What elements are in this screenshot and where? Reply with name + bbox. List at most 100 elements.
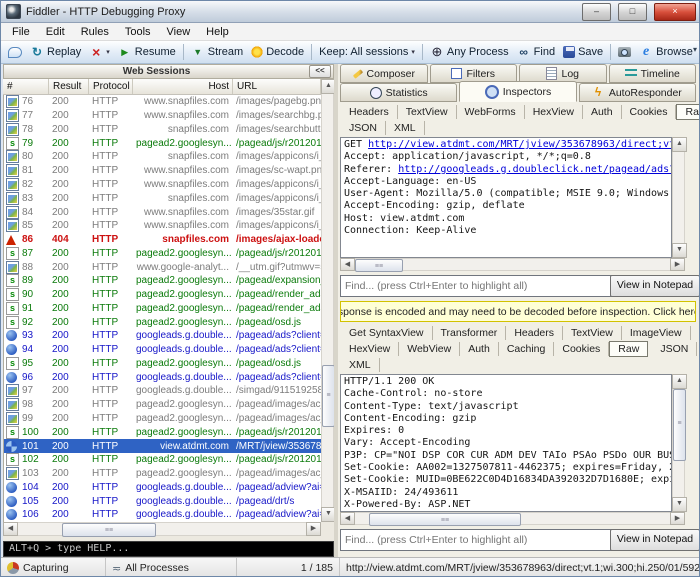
- response-tab-textview[interactable]: TextView: [563, 326, 622, 340]
- tab-composer[interactable]: Composer: [340, 64, 428, 83]
- column-header-url[interactable]: URL: [233, 79, 321, 94]
- request-hscroll-thumb[interactable]: ≡≡: [355, 259, 403, 272]
- session-row[interactable]: 99200HTTPpagead2.googlesyn.../pagead/ima…: [4, 412, 321, 426]
- session-row[interactable]: 104200HTTPgoogleads.g.double.../pagead/a…: [4, 480, 321, 494]
- menu-item-tools[interactable]: Tools: [117, 24, 159, 40]
- response-tab-webview[interactable]: WebView: [399, 342, 460, 356]
- session-row[interactable]: 90200HTTPpagead2.googlesyn.../pagead/ren…: [4, 288, 321, 302]
- scroll-right-icon[interactable]: ▶: [670, 258, 685, 271]
- request-tab-auth[interactable]: Auth: [583, 105, 622, 119]
- session-row[interactable]: 97200HTTPgoogleads.g.double.../simgad/91…: [4, 384, 321, 398]
- request-tab-raw[interactable]: Raw: [676, 104, 700, 120]
- session-row[interactable]: 103200HTTPpagead2.googlesyn.../pagead/im…: [4, 467, 321, 481]
- session-row[interactable]: 78200HTTPsnapfiles.com/images/searchbutt…: [4, 123, 321, 137]
- response-tab-imageview[interactable]: ImageView: [622, 326, 691, 340]
- tab-statistics[interactable]: Statistics: [340, 83, 457, 102]
- any-process-button[interactable]: Any Process: [426, 43, 513, 61]
- request-notepad-button[interactable]: View in Notepad: [610, 275, 700, 297]
- session-row[interactable]: 91200HTTPpagead2.googlesyn.../pagead/ren…: [4, 301, 321, 315]
- request-find-input[interactable]: [340, 275, 612, 297]
- find-button[interactable]: Find: [513, 43, 559, 61]
- request-tab-hexview[interactable]: HexView: [525, 105, 583, 119]
- menu-item-rules[interactable]: Rules: [73, 24, 117, 40]
- response-tab-auth[interactable]: Auth: [460, 342, 499, 356]
- tab-timeline[interactable]: Timeline: [609, 64, 697, 83]
- session-row[interactable]: 77200HTTPwww.snapfiles.com/images/search…: [4, 109, 321, 123]
- response-tab-get-syntaxview[interactable]: Get SyntaxView: [341, 326, 433, 340]
- column-header-id[interactable]: #: [3, 79, 49, 94]
- decode-notice-bar[interactable]: Response is encoded and may need to be d…: [340, 301, 696, 322]
- session-row[interactable]: 95200HTTPpagead2.googlesyn.../pagead/osd…: [4, 357, 321, 371]
- response-tab-json[interactable]: JSON: [652, 342, 697, 356]
- session-row[interactable]: 89200HTTPpagead2.googlesyn.../pagead/exp…: [4, 274, 321, 288]
- screenshot-button[interactable]: [614, 45, 635, 59]
- response-vscrollbar[interactable]: ▲ ▼ ≡: [672, 374, 685, 512]
- menu-item-edit[interactable]: Edit: [38, 24, 73, 40]
- menu-item-help[interactable]: Help: [198, 24, 237, 40]
- request-tab-cookies[interactable]: Cookies: [622, 105, 677, 119]
- scroll-left-icon[interactable]: ◀: [340, 258, 355, 271]
- tab-inspectors[interactable]: Inspectors: [459, 81, 576, 102]
- minimize-button[interactable]: ‒: [582, 3, 611, 21]
- sessions-grid-header[interactable]: #ResultProtocolHostURL: [3, 79, 321, 95]
- session-row[interactable]: 76200HTTPwww.snapfiles.com/images/pagebg…: [4, 95, 321, 109]
- session-row[interactable]: 88200HTTPwww.google-analyt.../__utm.gif?…: [4, 260, 321, 274]
- request-tab-webforms[interactable]: WebForms: [457, 105, 525, 119]
- session-row[interactable]: 82200HTTPwww.snapfiles.com/images/appico…: [4, 178, 321, 192]
- maximize-button[interactable]: □: [618, 3, 647, 21]
- comment-button[interactable]: [4, 45, 26, 60]
- column-header-host[interactable]: Host: [133, 79, 233, 94]
- sessions-hscrollbar[interactable]: ◀ ▶ ≡≡: [3, 522, 321, 536]
- scroll-down-icon[interactable]: ▼: [672, 243, 687, 258]
- response-tab-xml[interactable]: XML: [341, 358, 380, 372]
- tab-autoresponder[interactable]: AutoResponder: [579, 83, 696, 102]
- session-row[interactable]: 105200HTTPgoogleads.g.double.../pagead/d…: [4, 494, 321, 508]
- session-row[interactable]: 94200HTTPgoogleads.g.double.../pagead/ad…: [4, 343, 321, 357]
- session-row[interactable]: 102200HTTPpagead2.googlesyn.../pagead/js…: [4, 453, 321, 467]
- scroll-up-icon[interactable]: ▲: [672, 374, 687, 389]
- response-vscroll-thumb[interactable]: ≡: [673, 389, 686, 461]
- resume-button[interactable]: Resume: [114, 43, 180, 61]
- response-find-input[interactable]: [340, 529, 612, 551]
- request-url-link[interactable]: http://googleads.g.doubleclick.net/pagea…: [398, 164, 672, 175]
- response-tab-hexview[interactable]: HexView: [341, 342, 399, 356]
- sessions-vscrollbar[interactable]: ▲ ▼ ≡: [321, 79, 334, 522]
- session-row[interactable]: 93200HTTPgoogleads.g.double.../pagead/ad…: [4, 329, 321, 343]
- remove-button[interactable]: ▾: [85, 43, 114, 61]
- request-hscrollbar[interactable]: ◀ ▶ ≡≡: [340, 258, 685, 271]
- response-tab-headers[interactable]: Headers: [506, 326, 563, 340]
- keep-sessions-dropdown[interactable]: Keep: All sessions▾: [315, 44, 419, 60]
- session-row[interactable]: 84200HTTPwww.snapfiles.com/images/35star…: [4, 205, 321, 219]
- session-row[interactable]: 96200HTTPgoogleads.g.double.../pagead/ad…: [4, 370, 321, 384]
- scroll-right-icon[interactable]: ▶: [670, 512, 685, 525]
- replay-button[interactable]: Replay: [26, 43, 85, 61]
- menu-item-view[interactable]: View: [159, 24, 199, 40]
- sessions-hscroll-thumb[interactable]: ≡≡: [62, 523, 156, 537]
- request-tab-xml[interactable]: XML: [386, 121, 425, 135]
- scroll-right-icon[interactable]: ▶: [306, 522, 321, 536]
- toolbar-overflow-button[interactable]: ▾: [693, 45, 697, 54]
- capturing-toggle[interactable]: Capturing: [1, 558, 106, 577]
- response-hscrollbar[interactable]: ◀ ▶ ≡≡: [340, 512, 685, 525]
- session-row[interactable]: 87200HTTPpagead2.googlesyn.../pagead/js/…: [4, 246, 321, 260]
- scroll-left-icon[interactable]: ◀: [3, 522, 18, 536]
- process-filter[interactable]: ≂ All Processes: [106, 558, 237, 577]
- request-tab-headers[interactable]: Headers: [341, 105, 398, 119]
- stream-button[interactable]: Stream: [187, 43, 247, 61]
- title-bar[interactable]: Fiddler - HTTP Debugging Proxy ‒ □ ×: [1, 1, 700, 23]
- session-row[interactable]: 101200HTTPview.atdmt.com/MRT/jview/35367…: [4, 439, 321, 453]
- column-header-result[interactable]: Result: [49, 79, 89, 94]
- session-row[interactable]: 98200HTTPpagead2.googlesyn.../pagead/ima…: [4, 398, 321, 412]
- response-hscroll-thumb[interactable]: ≡≡: [369, 513, 521, 526]
- response-raw-view[interactable]: HTTP/1.1 200 OKCache-Control: no-storeCo…: [340, 374, 672, 512]
- scroll-left-icon[interactable]: ◀: [340, 512, 355, 525]
- request-url-link[interactable]: http://view.atdmt.com/MRT/jview/35367896…: [368, 139, 672, 150]
- response-notepad-button[interactable]: View in Notepad: [610, 529, 700, 551]
- session-row[interactable]: 85200HTTPwww.snapfiles.com/images/appico…: [4, 219, 321, 233]
- quickexec-box[interactable]: ALT+Q > type HELP...: [3, 541, 334, 557]
- request-raw-view[interactable]: GET http://view.atdmt.com/MRT/jview/3536…: [340, 137, 672, 258]
- session-row[interactable]: 81200HTTPwww.snapfiles.com/images/sc-wap…: [4, 164, 321, 178]
- response-tab-caching[interactable]: Caching: [499, 342, 555, 356]
- response-tab-raw[interactable]: Raw: [609, 341, 648, 357]
- response-tab-cookies[interactable]: Cookies: [554, 342, 609, 356]
